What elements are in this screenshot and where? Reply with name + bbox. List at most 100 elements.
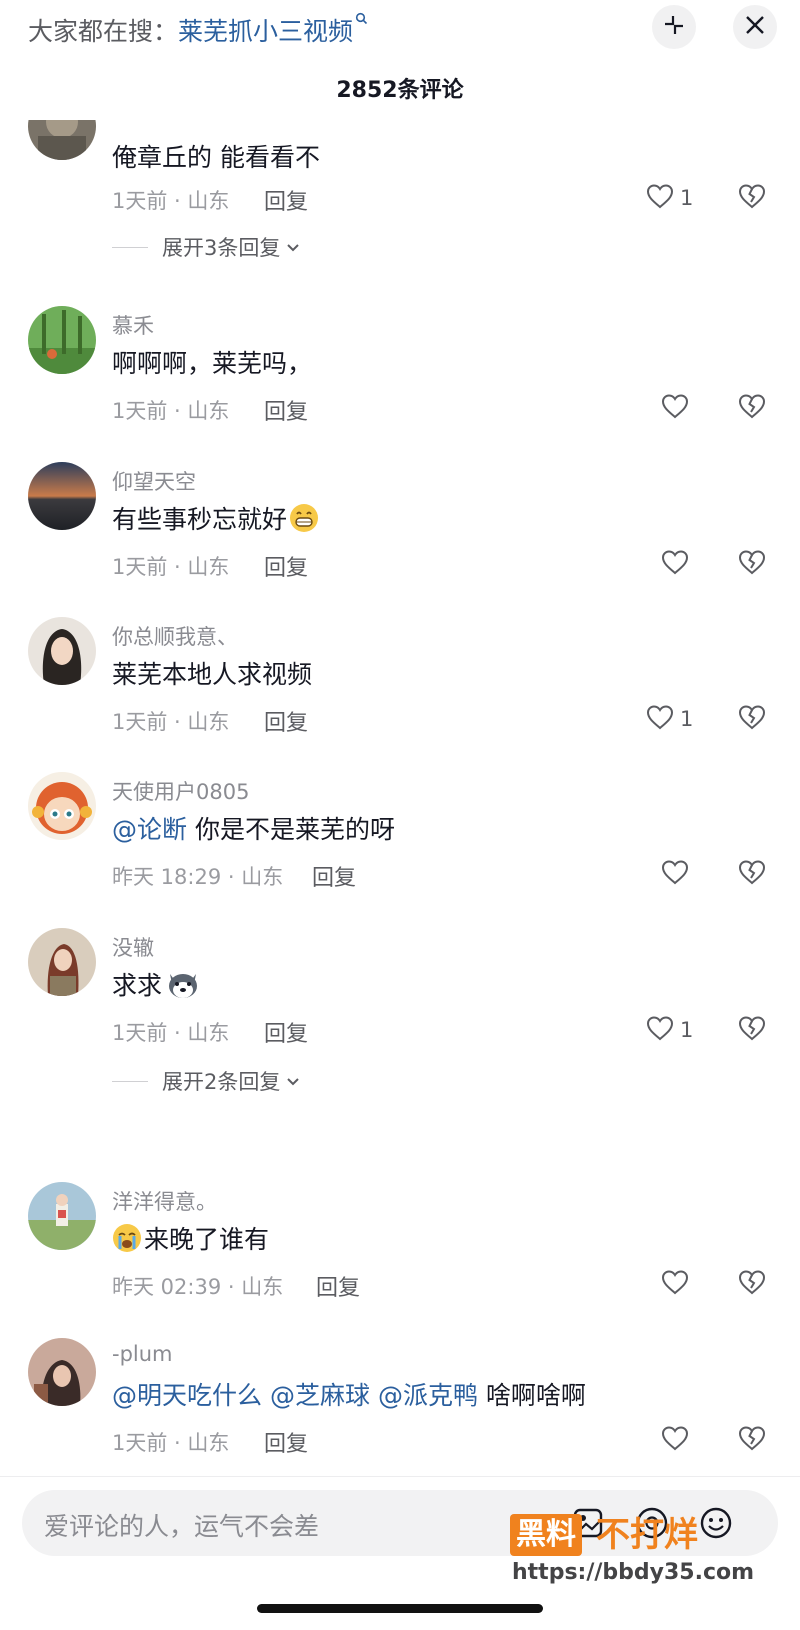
like-button[interactable] <box>660 1424 690 1456</box>
comment-location: 山东 <box>187 710 230 734</box>
expand-replies[interactable]: 展开2条回复 <box>112 1066 300 1096</box>
like-button[interactable] <box>660 1268 690 1300</box>
comment-text-body: 求求 <box>112 971 163 1000</box>
reply-button[interactable]: 回复 <box>264 184 308 216</box>
comment-meta: 1天前 · 山东 <box>112 189 230 213</box>
heart-icon <box>645 703 675 735</box>
comment-text-body: 来晚了谁有 <box>144 1225 270 1254</box>
heart-icon <box>660 392 690 424</box>
expand-replies[interactable]: 展开3条回复 <box>112 232 300 262</box>
like-button[interactable] <box>660 392 690 424</box>
reply-button[interactable]: 回复 <box>316 1270 360 1302</box>
avatar[interactable] <box>28 1182 96 1250</box>
comment-time: 1天前 <box>112 1431 168 1455</box>
broken-heart-icon <box>737 1016 767 1046</box>
avatar[interactable] <box>28 772 96 840</box>
comment-time: 昨天 02:39 <box>112 1275 222 1299</box>
comment-username[interactable]: 洋洋得意。 <box>112 1186 217 1216</box>
comment-meta: 1天前 · 山东 <box>112 1431 230 1455</box>
avatar[interactable] <box>28 120 96 160</box>
dislike-button[interactable] <box>737 548 767 580</box>
comment-text-body: 你是不是莱芜的呀 <box>194 815 395 844</box>
comment-text: 啊啊啊，莱芜吗， <box>112 349 313 378</box>
comment-username[interactable]: 没辙 <box>112 932 154 962</box>
dislike-button[interactable] <box>737 858 767 890</box>
expand-replies-label: 展开3条回复 <box>162 236 281 260</box>
search-suggestion[interactable]: 大家都在搜：莱芜抓小三视频 <box>28 12 368 48</box>
comment-username[interactable]: 你总顺我意、 <box>112 621 238 651</box>
comment-time: 1天前 <box>112 189 168 213</box>
reply-button[interactable]: 回复 <box>264 1016 308 1048</box>
watermark: 黑料 不打烊 https://bbdy35.com <box>510 1514 754 1594</box>
avatar[interactable] <box>28 462 96 530</box>
comment-meta: 1天前 · 山东 <box>112 1021 230 1045</box>
comment-time: 昨天 18:29 <box>112 865 222 889</box>
dislike-button[interactable] <box>737 703 767 735</box>
like-button[interactable]: 1 <box>645 703 693 735</box>
reply-button[interactable]: 回复 <box>264 1426 308 1458</box>
comment-list[interactable]: 俺章丘的 能看看不 1天前 · 山东 回复 1 展开3条回复 慕禾 啊啊啊，莱芜… <box>0 120 800 1475</box>
comment-username[interactable]: -plum <box>112 1342 173 1366</box>
heart-icon <box>645 182 675 214</box>
grin-emoji-icon <box>289 503 319 539</box>
expand-replies-label: 展开2条回复 <box>162 1070 281 1094</box>
divider <box>112 246 148 248</box>
collapse-icon <box>662 13 686 41</box>
watermark-text: 不打烊 <box>596 1515 698 1555</box>
dislike-button[interactable] <box>737 1268 767 1300</box>
mention-link[interactable]: @明天吃什么 <box>112 1381 262 1410</box>
avatar[interactable] <box>28 928 96 996</box>
comment-username[interactable]: 慕禾 <box>112 310 154 340</box>
mention-link[interactable]: @芝麻球 <box>270 1381 370 1410</box>
avatar[interactable] <box>28 1338 96 1406</box>
comment-text: 俺章丘的 能看看不 <box>112 143 320 172</box>
broken-heart-icon <box>737 1270 767 1300</box>
close-icon <box>744 14 766 40</box>
comment-text: @明天吃什么 @芝麻球 @派克鸭 啥啊啥啊 <box>112 1376 586 1412</box>
like-count: 1 <box>680 186 694 210</box>
comment-time: 1天前 <box>112 1021 168 1045</box>
broken-heart-icon <box>737 394 767 424</box>
comment-username[interactable]: 天使用户0805 <box>112 776 249 806</box>
avatar[interactable] <box>28 306 96 374</box>
search-suggestion-term[interactable]: 莱芜抓小三视频 <box>178 17 353 46</box>
collapse-button[interactable] <box>652 5 696 49</box>
comment-location: 山东 <box>187 555 230 579</box>
comment-username[interactable]: 仰望天空 <box>112 466 196 496</box>
heart-icon <box>645 1014 675 1046</box>
like-button[interactable]: 1 <box>645 182 693 214</box>
divider <box>0 1476 800 1477</box>
dislike-button[interactable] <box>737 1014 767 1046</box>
search-icon <box>355 12 368 29</box>
reply-button[interactable]: 回复 <box>264 394 308 426</box>
watermark-url: https://bbdy35.com <box>512 1560 755 1585</box>
comment-time: 1天前 <box>112 555 168 579</box>
chevron-down-icon <box>286 238 300 257</box>
comment-meta: 1天前 · 山东 <box>112 710 230 734</box>
like-button[interactable] <box>660 858 690 890</box>
comment-text: @论断 你是不是莱芜的呀 <box>112 810 395 846</box>
comment-meta: 昨天 18:29 · 山东 <box>112 865 284 889</box>
broken-heart-icon <box>737 550 767 580</box>
reply-button[interactable]: 回复 <box>264 550 308 582</box>
like-button[interactable]: 1 <box>645 1014 693 1046</box>
comment-location: 山东 <box>187 399 230 423</box>
home-indicator[interactable] <box>257 1604 543 1613</box>
close-button[interactable] <box>733 5 777 49</box>
avatar[interactable] <box>28 617 96 685</box>
like-button[interactable] <box>660 548 690 580</box>
dislike-button[interactable] <box>737 392 767 424</box>
reply-button[interactable]: 回复 <box>312 860 356 892</box>
comment-location: 山东 <box>187 189 230 213</box>
comment-text: 莱芜本地人求视频 <box>112 660 313 689</box>
mention-link[interactable]: @派克鸭 <box>378 1381 478 1410</box>
comment-text: 求求 <box>112 966 200 1006</box>
like-count: 1 <box>680 1018 694 1042</box>
heart-icon <box>660 858 690 890</box>
top-bar: 大家都在搜：莱芜抓小三视频 <box>0 0 800 56</box>
comment-location: 山东 <box>241 865 284 889</box>
dislike-button[interactable] <box>737 182 767 214</box>
dislike-button[interactable] <box>737 1424 767 1456</box>
reply-button[interactable]: 回复 <box>264 705 308 737</box>
mention-link[interactable]: @论断 <box>112 815 187 844</box>
